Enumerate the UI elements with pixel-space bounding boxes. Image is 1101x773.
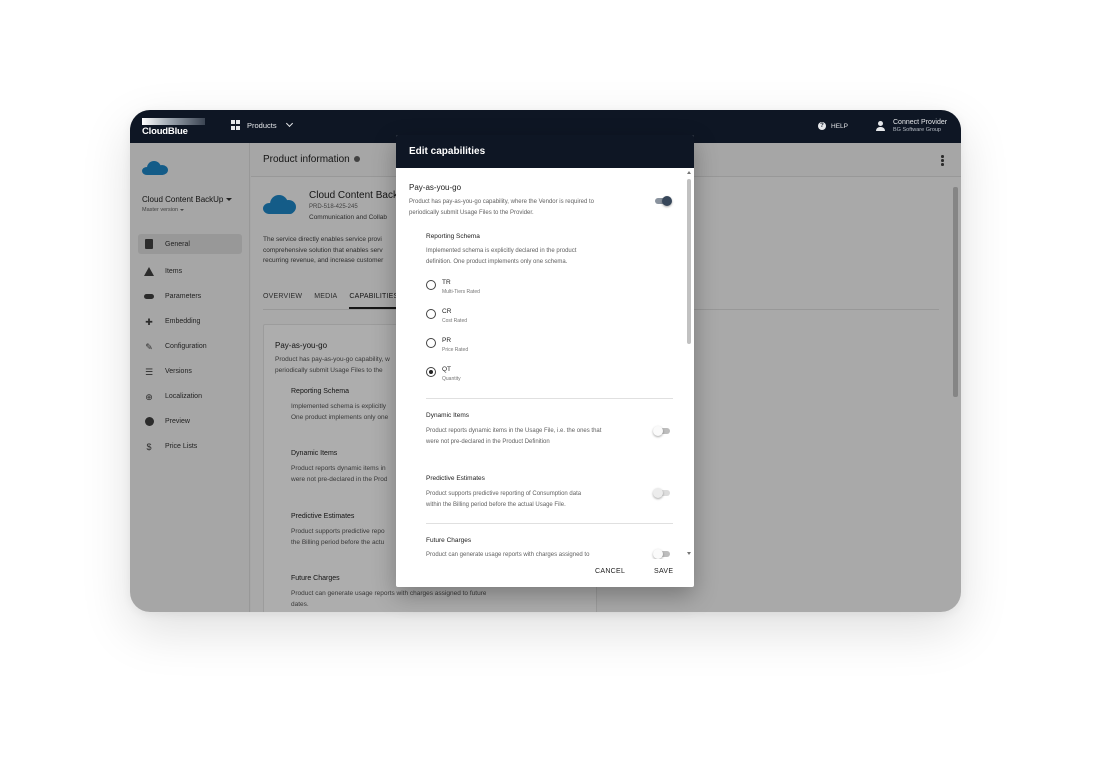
future-charges-title: Future Charges [426, 537, 472, 544]
account-name: Connect Provider [893, 119, 948, 126]
payg-desc-line: periodically submit Usage Files to the P… [409, 209, 534, 216]
predictive-desc-line: within the Billing period before the act… [426, 501, 566, 508]
dialog-header: Edit capabilities [396, 135, 694, 168]
predictive-estimates-toggle[interactable] [653, 488, 671, 498]
dialog-title: Edit capabilities [409, 146, 486, 157]
radio-label: QT [442, 366, 452, 373]
cancel-button[interactable]: CANCEL [595, 568, 625, 575]
help-button[interactable]: ? HELP [818, 122, 848, 130]
person-icon [876, 121, 885, 132]
radio-button[interactable] [426, 338, 436, 348]
radio-description: Price Rated [442, 347, 469, 353]
logo-text: CloudBlue [142, 126, 188, 137]
dynamic-desc-line: were not pre-declared in the Product Def… [426, 438, 550, 445]
dialog-body: Pay-as-you-go Product has pay-as-you-go … [396, 168, 694, 559]
cloudblue-logo[interactable]: CloudBlue [142, 118, 206, 137]
radio-label: TR [442, 279, 451, 286]
logo-gradient-bar [142, 118, 205, 125]
reporting-desc-line: Implemented schema is explicitly declare… [426, 248, 577, 254]
account-org: BG Software Group [893, 127, 941, 133]
dynamic-items-description: Product reports dynamic items in the Usa… [426, 426, 601, 447]
scroll-down-arrow-icon[interactable] [687, 552, 691, 555]
dialog-scrollbar[interactable] [686, 171, 693, 561]
payg-description: Product has pay-as-you-go capability, wh… [409, 197, 594, 218]
payg-desc-line: Product has pay-as-you-go capability, wh… [409, 199, 594, 205]
radio-label: CR [442, 308, 452, 315]
radio-button-checked[interactable] [426, 367, 436, 377]
edit-capabilities-dialog: Edit capabilities Pay-as-you-go Product … [396, 135, 694, 587]
dialog-footer: CANCEL SAVE [396, 559, 694, 587]
radio-button[interactable] [426, 309, 436, 319]
radio-label: PR [442, 337, 452, 344]
products-label: Products [247, 120, 277, 130]
reporting-desc-line: definition. One product implements only … [426, 258, 568, 265]
predictive-desc-line: Product supports predictive reporting of… [426, 491, 582, 497]
chevron-down-icon [285, 119, 293, 128]
account-menu[interactable]: Connect Provider BG Software Group [876, 118, 947, 134]
apps-grid-icon [231, 120, 241, 130]
payg-toggle[interactable] [654, 196, 672, 206]
radio-description: Multi-Tiers Rated [442, 289, 480, 295]
products-menu-button[interactable]: Products [231, 119, 293, 130]
predictive-estimates-description: Product supports predictive reporting of… [426, 489, 581, 510]
dynamic-desc-line: Product reports dynamic items in the Usa… [426, 428, 602, 434]
scroll-up-arrow-icon[interactable] [687, 171, 691, 174]
dynamic-items-title: Dynamic Items [426, 412, 469, 419]
help-icon: ? [818, 122, 826, 130]
radio-button[interactable] [426, 280, 436, 290]
section-divider [426, 398, 673, 399]
save-button[interactable]: SAVE [654, 568, 673, 575]
reporting-schema-title: Reporting Schema [426, 233, 480, 240]
reporting-schema-description: Implemented schema is explicitly declare… [426, 246, 576, 267]
future-charges-toggle[interactable] [653, 549, 671, 559]
dialog-scrollbar-thumb[interactable] [687, 179, 691, 344]
payg-title: Pay-as-you-go [409, 183, 462, 192]
predictive-estimates-title: Predictive Estimates [426, 475, 485, 482]
section-divider [426, 523, 673, 524]
dynamic-items-toggle[interactable] [653, 426, 671, 436]
future-charges-description: Product can generate usage reports with … [426, 552, 590, 558]
radio-description: Cost Rated [442, 318, 468, 324]
help-label: HELP [831, 122, 848, 130]
radio-description: Quantity [442, 376, 461, 382]
